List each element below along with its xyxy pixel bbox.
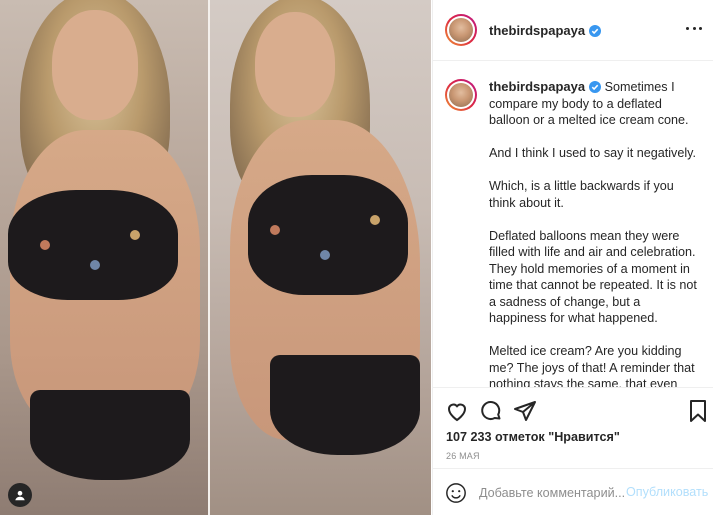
caption-username-link[interactable]: thebirdspapaya [489,79,585,94]
caption-area: thebirdspapaya Sometimes I compare my bo… [433,61,713,387]
more-options-icon[interactable] [686,23,702,33]
post-header: thebirdspapaya [433,0,713,61]
post-media[interactable] [0,0,431,515]
flower-pattern [270,225,280,235]
face-shape [255,12,335,117]
header-username-wrap: thebirdspapaya [489,22,602,40]
brief-shape [30,390,190,480]
caption-paragraph-4: Deflated balloons mean they were filled … [489,228,697,326]
photo-after [210,0,431,515]
flower-pattern [40,240,50,250]
verified-badge-icon [589,25,602,37]
post-date[interactable]: 26 МАЯ [446,451,480,461]
flower-pattern [130,230,140,240]
avatar-image [449,83,473,107]
heart-icon[interactable] [445,399,469,423]
user-tag-icon[interactable] [8,483,32,507]
caption-avatar[interactable] [445,79,477,111]
comment-box: Опубликовать [433,468,713,517]
avatar-ring [447,16,475,44]
avatar-ring [447,81,475,109]
likes-count[interactable]: 107 233 отметок "Нравится" [446,430,620,444]
header-username-link[interactable]: thebirdspapaya [489,23,585,38]
photo-before [0,0,208,515]
comment-icon[interactable] [479,399,503,423]
verified-badge-icon [589,81,602,93]
caption-paragraph-5: Melted ice cream? Are you kidding me? Th… [489,344,695,387]
flower-pattern [370,215,380,225]
bookmark-icon[interactable] [686,399,710,423]
caption-paragraph-2: And I think I used to say it negatively. [489,146,696,160]
face-shape [52,10,138,120]
bra-shape [8,190,178,300]
brief-shape [270,355,420,455]
caption-paragraph: thebirdspapaya Sometimes I compare my bo… [489,79,699,129]
avatar-image [449,18,473,42]
caption-text: thebirdspapaya Sometimes I compare my bo… [489,79,699,387]
publish-button[interactable]: Опубликовать [626,485,708,499]
caption-paragraph-3: Which, is a little backwards if you thin… [489,179,674,210]
post-actions: 107 233 отметок "Нравится" 26 МАЯ Опубли… [433,387,713,518]
comment-input[interactable] [479,484,627,502]
smiley-icon[interactable] [445,482,467,504]
flower-pattern [90,260,100,270]
avatar[interactable] [445,14,477,46]
post-sidebar: thebirdspapaya thebirdspapaya Sometimes … [432,0,713,515]
share-icon[interactable] [513,399,537,423]
flower-pattern [320,250,330,260]
bra-shape [248,175,408,295]
